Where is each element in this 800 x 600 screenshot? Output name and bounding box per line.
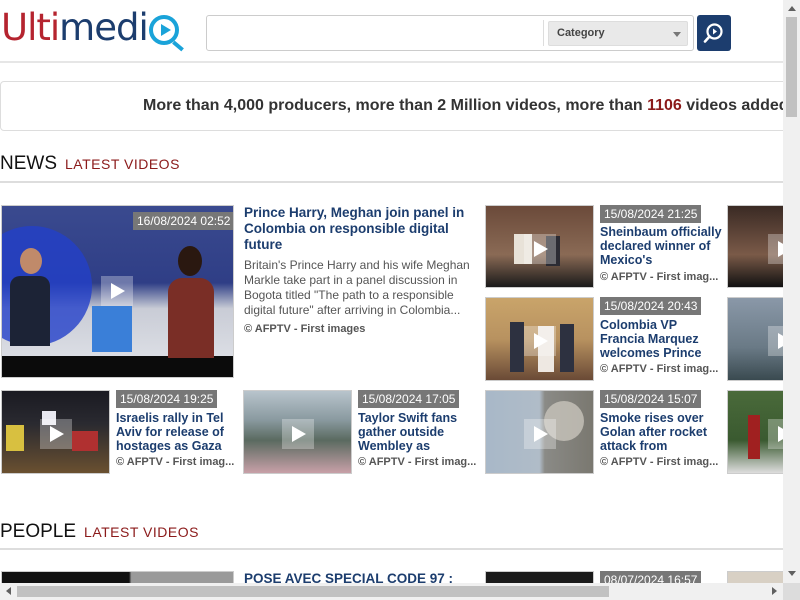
play-icon — [282, 419, 314, 449]
video-thumbnail[interactable] — [485, 571, 594, 583]
video-thumbnail[interactable] — [727, 297, 783, 381]
search-icon — [703, 23, 723, 43]
news-latest-videos-link[interactable]: LATEST VIDEOS — [65, 156, 180, 172]
featured-video-title[interactable]: POSE AVEC SPECIAL CODE 97 : — [244, 571, 476, 583]
chevron-down-icon — [673, 32, 681, 37]
play-icon — [768, 234, 783, 264]
vertical-scrollbar[interactable] — [783, 0, 800, 583]
video-thumbnail[interactable] — [727, 205, 783, 288]
header-divider — [0, 61, 783, 63]
category-select-label: Category — [557, 27, 605, 39]
play-icon — [40, 419, 72, 449]
video-date-badge: 15/08/2024 17:05 — [358, 390, 460, 408]
search-button[interactable] — [697, 15, 731, 51]
stats-text: More than 4,000 producers, more than 2 M… — [143, 97, 783, 115]
logo-part-media: medi — [59, 6, 149, 49]
scroll-right-icon[interactable] — [772, 587, 777, 595]
logo-part-ulti: Ulti — [1, 6, 60, 49]
video-thumbnail[interactable] — [727, 571, 783, 583]
people-latest-videos-link[interactable]: LATEST VIDEOS — [84, 524, 199, 540]
stats-banner: More than 4,000 producers, more than 2 M… — [0, 81, 783, 131]
video-date-badge: 08/07/2024 16:57 — [600, 571, 702, 583]
video-date-badge: 15/08/2024 19:25 — [116, 390, 218, 408]
play-icon — [524, 326, 556, 356]
video-date-badge: 15/08/2024 20:43 — [600, 297, 702, 315]
people-section-divider — [0, 548, 783, 550]
featured-video-description: Britain's Prince Harry and his wife Megh… — [244, 258, 470, 317]
scroll-down-icon[interactable] — [788, 571, 796, 576]
ultimedia-logo[interactable]: Ultimedi — [1, 6, 179, 50]
play-icon — [768, 419, 783, 449]
horizontal-scroll-thumb[interactable] — [17, 586, 609, 597]
search-input[interactable] — [207, 16, 541, 50]
video-thumbnail[interactable] — [1, 390, 110, 474]
featured-video-thumbnail[interactable] — [1, 571, 234, 583]
news-section-title[interactable]: NEWS — [0, 153, 57, 174]
video-credit: © AFPTV - First imag... — [600, 456, 719, 468]
featured-video-credit: © AFPTV - First images — [244, 323, 366, 335]
stats-video-count: 1106 — [647, 97, 682, 114]
video-thumbnail[interactable] — [485, 205, 594, 288]
play-icon — [524, 234, 556, 264]
video-date-badge: 15/08/2024 15:07 — [600, 390, 702, 408]
video-date-badge: 16/08/2024 02:52 — [133, 212, 233, 230]
scrollbar-corner — [783, 583, 800, 600]
video-credit: © AFPTV - First imag... — [600, 363, 719, 375]
video-title[interactable]: Colombia VP Francia Marquez welcomes Pri… — [600, 318, 722, 360]
video-thumbnail[interactable] — [727, 390, 783, 474]
play-icon — [524, 419, 556, 449]
video-title[interactable]: Sheinbaum officially declared winner of … — [600, 225, 722, 267]
search-bar: Category — [206, 15, 694, 51]
video-title[interactable]: Smoke rises over Golan after rocket atta… — [600, 411, 722, 453]
horizontal-scrollbar[interactable] — [0, 583, 783, 600]
page-viewport: Ultimedi Category More than 4,000 produc… — [0, 0, 783, 583]
category-select[interactable]: Category — [548, 21, 688, 46]
video-date-badge: 15/08/2024 21:25 — [600, 205, 702, 223]
scroll-left-icon[interactable] — [6, 587, 11, 595]
featured-video-thumbnail[interactable]: 16/08/2024 02:52 — [1, 205, 234, 378]
search-divider — [543, 20, 544, 46]
video-thumbnail[interactable] — [243, 390, 352, 474]
video-credit: © AFPTV - First imag... — [116, 456, 235, 468]
video-credit: © AFPTV - First imag... — [358, 456, 477, 468]
play-icon — [101, 276, 133, 306]
video-title[interactable]: Israelis rally in Tel Aviv for release o… — [116, 411, 238, 453]
play-icon — [768, 326, 783, 356]
scroll-up-icon[interactable] — [788, 6, 796, 11]
video-credit: © AFPTV - First imag... — [600, 271, 719, 283]
people-section-header: PEOPLE LATEST VIDEOS — [0, 521, 199, 543]
vertical-scroll-thumb[interactable] — [786, 17, 797, 117]
video-thumbnail[interactable] — [485, 297, 594, 381]
logo-play-magnifier-icon — [148, 15, 179, 45]
logo-wordmark: Ultimedi — [1, 6, 179, 49]
video-title[interactable]: Taylor Swift fans gather outside Wembley… — [358, 411, 480, 453]
people-section-title[interactable]: PEOPLE — [0, 521, 76, 542]
featured-video-title[interactable]: Prince Harry, Meghan join panel in Colom… — [244, 205, 476, 255]
stats-suffix: videos added — [681, 97, 783, 114]
stats-prefix: More than 4,000 producers, more than 2 M… — [143, 97, 648, 114]
news-section-divider — [0, 181, 783, 183]
news-section-header: NEWS LATEST VIDEOS — [0, 153, 180, 175]
video-thumbnail[interactable] — [485, 390, 594, 474]
